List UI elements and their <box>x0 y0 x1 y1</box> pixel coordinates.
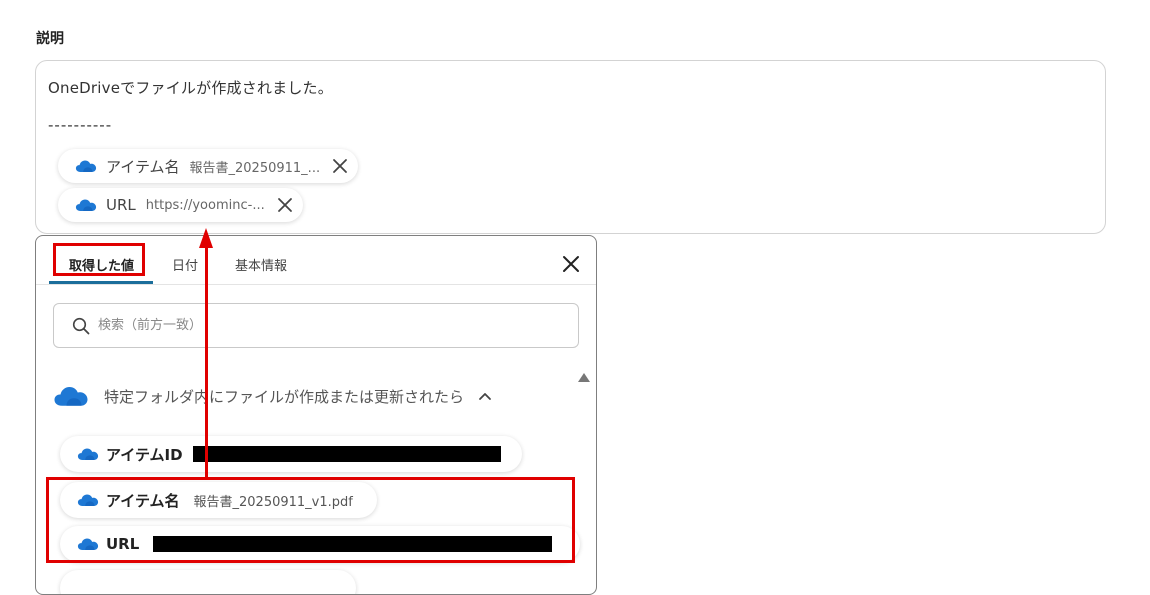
variable-chip-item-name[interactable]: アイテム名 報告書_20250911_... <box>58 149 359 183</box>
chevron-up-icon[interactable] <box>478 391 492 401</box>
chip-label: URL <box>106 196 136 214</box>
section-title: 特定フォルダ内にファイルが作成または更新されたら <box>104 387 465 406</box>
close-icon[interactable] <box>560 253 582 275</box>
description-textarea[interactable]: OneDriveでファイルが作成されました。 ---------- アイテム名 … <box>35 60 1106 234</box>
search-box[interactable] <box>53 303 579 348</box>
output-item-partial[interactable] <box>60 570 356 594</box>
onedrive-cloud-icon <box>77 447 99 461</box>
chip-value: 報告書_20250911_... <box>189 160 321 176</box>
field-label: 説明 <box>36 31 64 47</box>
scroll-up-arrow-icon[interactable] <box>577 371 591 383</box>
annotation-arrow-shaft <box>205 246 208 478</box>
variable-chip-url[interactable]: URL https://yoominc-... <box>58 188 303 222</box>
highlight-box-items <box>46 477 575 563</box>
onedrive-cloud-icon <box>53 384 89 408</box>
onedrive-cloud-icon <box>75 198 97 212</box>
close-icon[interactable] <box>277 197 293 213</box>
close-icon[interactable] <box>332 158 348 174</box>
annotation-arrow-head <box>199 228 213 248</box>
description-line-1: OneDriveでファイルが作成されました。 <box>48 79 333 97</box>
tab-divider <box>36 284 596 285</box>
trigger-section-header[interactable]: 特定フォルダ内にファイルが作成または更新されたら <box>53 384 492 408</box>
onedrive-cloud-icon <box>75 159 97 173</box>
search-icon <box>72 317 90 334</box>
redacted-value <box>192 446 501 462</box>
chip-label: アイテム名 <box>106 157 180 176</box>
description-line-2: ---------- <box>48 116 113 134</box>
tab-basic-info[interactable]: 基本情報 <box>235 255 287 274</box>
tab-date[interactable]: 日付 <box>172 255 198 274</box>
search-input[interactable] <box>96 317 540 334</box>
highlight-box-tab <box>53 243 145 276</box>
output-item-item-id[interactable]: アイテムID <box>60 436 522 472</box>
chip-value: https://yoominc-... <box>145 197 265 213</box>
item-label: アイテムID <box>106 445 183 464</box>
